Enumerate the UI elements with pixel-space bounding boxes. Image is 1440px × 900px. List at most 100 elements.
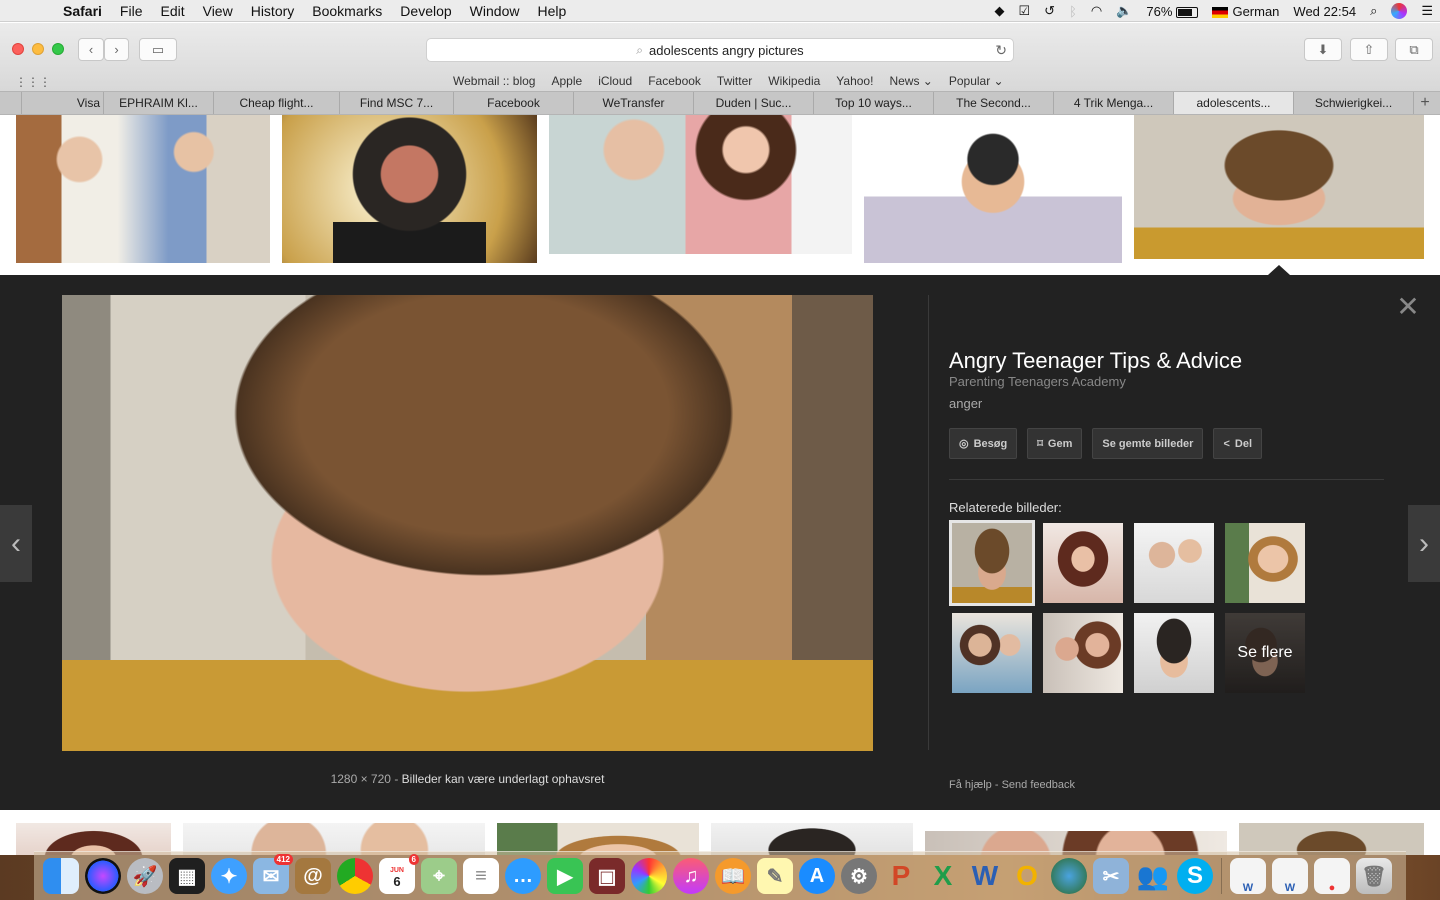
tab-find-msc[interactable]: Find MSC 7... [340, 92, 454, 114]
tabs-overview-icon[interactable]: ⧉ [1395, 38, 1433, 61]
related-image[interactable] [1043, 523, 1123, 603]
help-link[interactable]: Få hjælp [949, 779, 992, 791]
tab-wetransfer[interactable]: WeTransfer [574, 92, 694, 114]
feedback-link[interactable]: Send feedback [1002, 779, 1075, 791]
related-image[interactable] [952, 613, 1032, 693]
back-button[interactable]: ‹ [78, 38, 104, 61]
notification-center-icon[interactable]: ☰ [1414, 3, 1440, 19]
favorite-news-folder[interactable]: News ⌄ [881, 74, 940, 88]
favorite-popular-folder[interactable]: Popular ⌄ [941, 74, 1012, 88]
menu-file[interactable]: File [111, 3, 152, 19]
bluetooth-icon[interactable]: ᛒ [1062, 4, 1084, 19]
image-editor-icon[interactable]: ✂ [1093, 858, 1129, 894]
sidebar-toggle-icon[interactable]: ▭ [139, 38, 177, 61]
favorite-webmail[interactable]: Webmail :: blog [445, 74, 543, 88]
favorite-facebook[interactable]: Facebook [640, 74, 709, 88]
contacts-icon[interactable]: @ [295, 858, 331, 894]
menu-window[interactable]: Window [461, 3, 529, 19]
mail-icon[interactable]: ✉ 412 [253, 854, 293, 894]
tab-facebook[interactable]: Facebook [454, 92, 574, 114]
favorite-twitter[interactable]: Twitter [709, 74, 760, 88]
favorite-apple[interactable]: Apple [543, 74, 590, 88]
notes-icon[interactable]: ✎ [757, 858, 793, 894]
related-image[interactable] [1225, 523, 1305, 603]
volume-icon[interactable]: 🔈 [1109, 3, 1139, 19]
close-preview-icon[interactable]: ✕ [1396, 293, 1420, 321]
calendar-icon[interactable]: JUN 6 6 [379, 854, 419, 894]
document-window-icon[interactable]: W [1230, 858, 1266, 894]
chrome-icon[interactable] [337, 858, 373, 894]
downloads-icon[interactable]: ⬇ [1304, 38, 1342, 61]
share-button[interactable]: < Del [1213, 428, 1263, 459]
forward-button[interactable]: › [104, 38, 129, 61]
word-icon[interactable]: W [967, 858, 1003, 894]
launchpad-icon[interactable]: 🚀 [127, 858, 163, 894]
zoom-window-button[interactable] [52, 43, 64, 55]
document-window-icon[interactable]: ● [1314, 858, 1350, 894]
messages-icon[interactable]: … [505, 858, 541, 894]
address-bar[interactable]: ⌕ adolescents angry pictures ↻ [426, 38, 1014, 62]
related-image[interactable] [1043, 613, 1123, 693]
result-thumbnail[interactable] [864, 115, 1122, 263]
share-icon[interactable]: ⇧ [1350, 38, 1388, 61]
battery-status[interactable]: 76% [1139, 4, 1205, 19]
menu-help[interactable]: Help [528, 3, 575, 19]
ibooks-icon[interactable]: 📖 [715, 858, 751, 894]
time-machine-icon[interactable]: ↺ [1037, 3, 1062, 19]
tab-top-10-ways[interactable]: Top 10 ways... [814, 92, 934, 114]
show-favorites-grid-icon[interactable]: ⋮⋮⋮ [15, 75, 51, 89]
favorite-yahoo[interactable]: Yahoo! [828, 74, 881, 88]
result-thumbnail-selected[interactable] [1134, 115, 1424, 259]
related-image[interactable] [1134, 613, 1214, 693]
wifi-icon[interactable]: ◠ [1084, 3, 1109, 19]
new-tab-button[interactable]: + [1414, 92, 1436, 114]
menu-view[interactable]: View [194, 3, 242, 19]
close-window-button[interactable] [12, 43, 24, 55]
menu-clock[interactable]: Wed 22:54 [1286, 4, 1363, 19]
tab-schwierigkeiten[interactable]: Schwierigkei... [1294, 92, 1414, 114]
tab-visa[interactable]: Visa [22, 92, 104, 114]
reload-icon[interactable]: ↻ [995, 42, 1007, 59]
visit-button[interactable]: ◎ Besøg [949, 428, 1018, 459]
result-thumbnail[interactable] [549, 115, 852, 254]
photo-booth-icon[interactable]: ▣ [589, 858, 625, 894]
spotlight-icon[interactable]: ⌕ [1363, 3, 1384, 19]
excel-icon[interactable]: X [925, 858, 961, 894]
favorite-icloud[interactable]: iCloud [590, 74, 640, 88]
menu-develop[interactable]: Develop [391, 3, 460, 19]
save-button[interactable]: ⌑ Gem [1027, 428, 1083, 459]
siri-icon[interactable] [85, 858, 121, 894]
system-preferences-icon[interactable]: ⚙ [841, 858, 877, 894]
photos-icon[interactable] [631, 858, 667, 894]
trash-icon[interactable]: 🗑 [1356, 858, 1392, 894]
related-image[interactable] [949, 520, 1035, 606]
input-source[interactable]: German [1205, 4, 1286, 19]
itunes-icon[interactable]: ♫ [673, 858, 709, 894]
dashboard-icon[interactable]: ▦ [169, 858, 205, 894]
preview-source[interactable]: Parenting Teenagers Academy [949, 374, 1126, 389]
preview-main-image[interactable] [62, 295, 873, 751]
tab-the-second[interactable]: The Second... [934, 92, 1054, 114]
outlook-icon[interactable]: O [1009, 858, 1045, 894]
favorite-wikipedia[interactable]: Wikipedia [760, 74, 828, 88]
reminders-icon[interactable]: ≡ [463, 858, 499, 894]
previous-image-button[interactable]: ‹ [0, 505, 32, 582]
related-image[interactable] [1134, 523, 1214, 603]
safari-icon[interactable]: ✦ [211, 858, 247, 894]
saved-images-button[interactable]: Se gemte billeder [1092, 428, 1204, 459]
messenger-people-icon[interactable]: 👥 [1135, 858, 1171, 894]
result-thumbnail[interactable] [16, 115, 270, 263]
checkmark-status-icon[interactable]: ☑ [1012, 3, 1038, 19]
app-store-icon[interactable]: A [799, 858, 835, 894]
next-image-button[interactable]: › [1408, 505, 1440, 582]
result-thumbnail[interactable] [282, 115, 537, 263]
skype-icon[interactable]: S [1177, 858, 1213, 894]
siri-icon[interactable] [1384, 3, 1414, 20]
tab-adolescents[interactable]: adolescents... [1174, 92, 1294, 114]
preview-title[interactable]: Angry Teenager Tips & Advice [949, 348, 1242, 374]
tab-pinned[interactable] [0, 92, 22, 114]
tab-trik-menga[interactable]: 4 Trik Menga... [1054, 92, 1174, 114]
minimize-window-button[interactable] [32, 43, 44, 55]
tab-duden[interactable]: Duden | Suc... [694, 92, 814, 114]
see-more-related-button[interactable]: Se flere [1225, 613, 1305, 693]
